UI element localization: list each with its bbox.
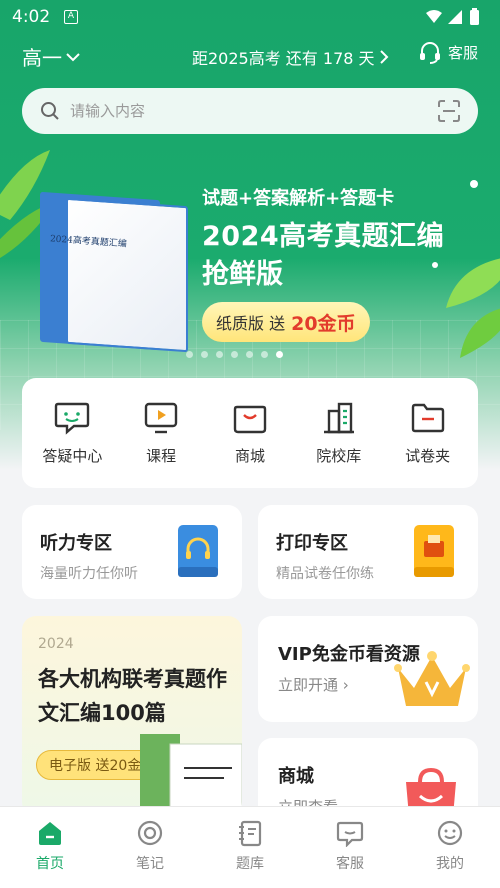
chevron-down-icon	[66, 52, 80, 61]
folder-icon	[411, 403, 444, 432]
search-bar[interactable]	[22, 88, 478, 134]
quick-item-label: 课程	[146, 446, 177, 465]
essay-title: 各大机构联考真题作文汇编100篇	[38, 667, 227, 725]
book-cover-image	[40, 191, 190, 353]
status-icons	[424, 8, 488, 30]
carousel-indicator	[186, 351, 283, 358]
play-screen-icon	[144, 402, 178, 433]
carousel-dot[interactable]	[231, 351, 238, 358]
nav-notes[interactable]: 笔记	[100, 807, 200, 888]
quick-menu: 答疑中心 课程 商城 院校库 试卷夹	[22, 378, 478, 488]
quick-item-label: 答疑中心	[42, 446, 103, 465]
headset-icon	[420, 42, 440, 64]
search-icon	[41, 102, 59, 120]
card-title: 商城	[278, 766, 314, 787]
home-icon	[39, 822, 61, 845]
nav-question-bank[interactable]: 题库	[200, 807, 300, 888]
quick-item-qa-center[interactable]: 答疑中心	[32, 401, 112, 466]
nav-customer-service[interactable]: 客服	[300, 807, 400, 888]
shopping-bag-icon	[233, 405, 267, 433]
status-time: 4:02	[12, 7, 51, 27]
grade-label: 高一	[22, 46, 62, 70]
nav-home[interactable]: 首页	[0, 807, 100, 888]
nav-mine[interactable]: 我的	[400, 807, 500, 888]
card-subtitle: 海量听力任你听	[40, 566, 138, 582]
essay-book-image	[140, 734, 242, 816]
wifi-signal-battery-icon	[426, 8, 479, 25]
offer-gold: 20金币	[291, 312, 356, 335]
notebook-icon	[239, 820, 262, 847]
card-title: 打印专区	[276, 533, 348, 554]
quick-item-college-db[interactable]: 院校库	[299, 401, 379, 466]
card-subtitle: 精品试卷任你练	[276, 566, 374, 582]
smile-face-icon	[437, 820, 463, 846]
nav-label: 题库	[236, 856, 264, 872]
crown-icon	[394, 651, 470, 706]
card-title: 听力专区	[40, 533, 112, 554]
search-input[interactable]	[70, 102, 438, 120]
vip-subtitle-text: 立即开通	[278, 676, 339, 694]
banner-subtitle: 试题+答案解析+答题卡	[202, 188, 395, 209]
quick-item-mall[interactable]: 商城	[210, 401, 290, 466]
exam-countdown[interactable]: 距2025高考 还有 178 天	[192, 45, 389, 69]
card-subtitle: 立即开通 ›	[278, 674, 349, 695]
book-front	[66, 197, 188, 353]
quick-item-paper-folder[interactable]: 试卷夹	[388, 401, 468, 466]
carousel-dot[interactable]	[246, 351, 253, 358]
grade-selector[interactable]: 高一	[22, 42, 80, 71]
nav-label: 客服	[336, 856, 364, 872]
carousel-dot[interactable]	[261, 351, 268, 358]
printer-book-icon	[414, 525, 454, 577]
banner-title-line2: 抢鲜版	[202, 259, 283, 290]
sparkle-icon	[470, 180, 478, 188]
chevron-right-icon: ›	[342, 676, 349, 694]
essay-year: 2024	[38, 636, 74, 652]
quick-item-course[interactable]: 课程	[121, 401, 201, 466]
print-zone-card[interactable]: 打印专区 精品试卷任你练	[258, 505, 478, 599]
essay-compilation-card[interactable]: 2024 各大机构联考真题作文汇编100篇 电子版 送20金币	[22, 616, 242, 816]
service-label: 客服	[448, 43, 479, 62]
nav-label: 首页	[36, 856, 64, 872]
sparkle-icon	[432, 262, 438, 268]
carousel-dot-active[interactable]	[276, 351, 283, 358]
banner-offer-pill[interactable]: 纸质版 送 20金币	[202, 302, 370, 342]
note-target-icon	[137, 820, 163, 846]
nav-label: 笔记	[136, 856, 164, 872]
offer-prefix: 纸质版 送	[216, 314, 286, 333]
quick-item-label: 试卷夹	[405, 446, 451, 465]
leaf-decoration-icon	[446, 258, 500, 358]
listening-zone-card[interactable]: 听力专区 海量听力任你听	[22, 505, 242, 599]
quick-item-label: 商城	[234, 446, 265, 465]
bottom-navigation: 首页 笔记 题库 客服 我的	[0, 806, 500, 888]
countdown-text: 距2025高考 还有 178 天	[192, 49, 375, 68]
nav-label: 我的	[436, 856, 464, 872]
quick-item-label: 院校库	[316, 446, 362, 465]
headphone-book-icon	[178, 525, 218, 577]
banner-title: 2024高考真题汇编	[202, 221, 445, 252]
notification-icon: A	[64, 10, 78, 24]
carousel-dot[interactable]	[216, 351, 223, 358]
carousel-dot[interactable]	[186, 351, 193, 358]
status-bar: 4:02 A	[0, 0, 500, 34]
vip-card[interactable]: VIP免金币看资源 立即开通 ›	[258, 616, 478, 722]
customer-service-button[interactable]: 客服	[418, 40, 478, 64]
chat-question-icon	[55, 402, 90, 435]
scan-icon[interactable]	[438, 100, 460, 122]
carousel-dot[interactable]	[201, 351, 208, 358]
message-icon	[336, 821, 364, 847]
chevron-right-icon	[379, 50, 388, 64]
building-icon	[323, 402, 354, 433]
